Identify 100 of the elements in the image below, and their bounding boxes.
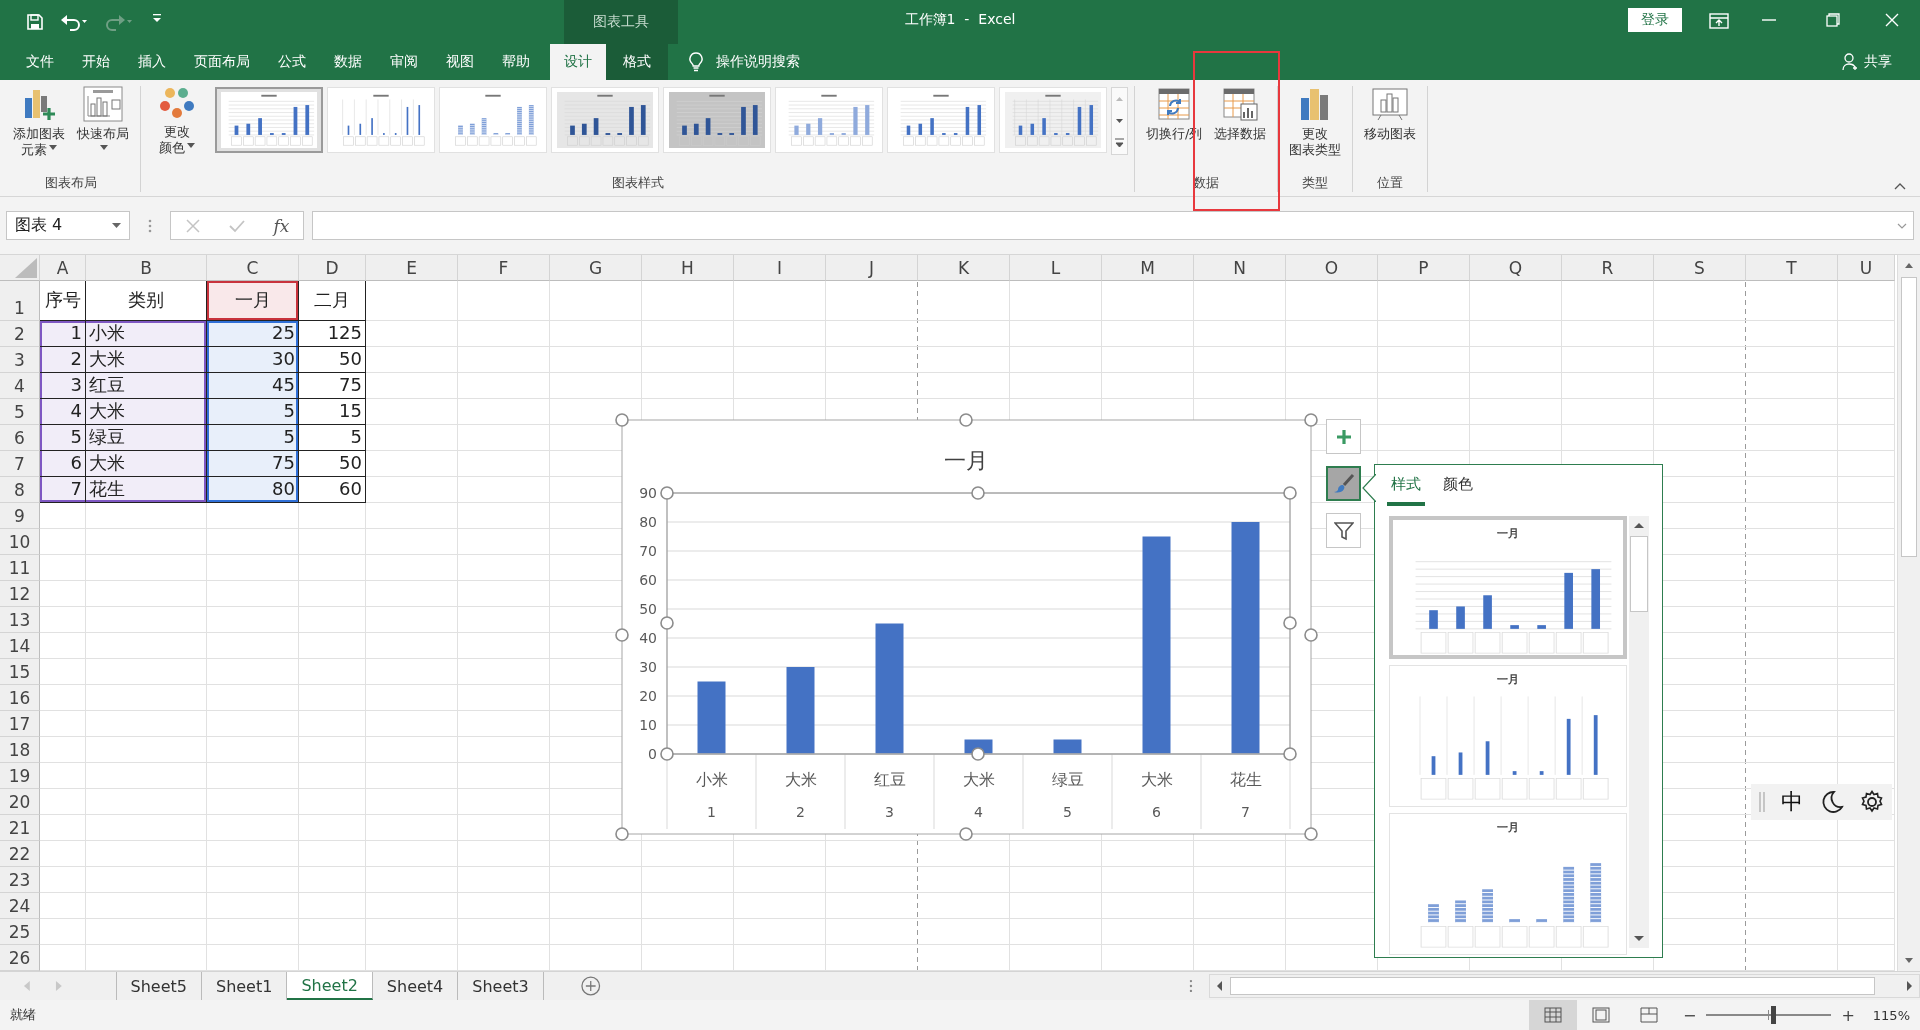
row-header[interactable]: 16 [0, 685, 40, 711]
column-header[interactable]: F [458, 255, 550, 281]
sheet-tab[interactable]: Sheet2 [287, 972, 373, 1000]
horizontal-scrollbar[interactable] [1209, 974, 1920, 998]
vertical-scrollbar[interactable] [1897, 255, 1920, 971]
chart-styles-button[interactable] [1326, 466, 1361, 501]
row-header[interactable]: 20 [0, 789, 40, 815]
chart-filter-button[interactable] [1326, 513, 1361, 548]
row-header[interactable]: 4 [0, 373, 40, 399]
ribbon-tab[interactable]: 帮助 [490, 44, 542, 80]
add-element-button[interactable] [1326, 419, 1361, 454]
ribbon-button[interactable]: 更改 颜色 [147, 86, 207, 156]
column-header[interactable]: O [1286, 255, 1378, 281]
share-button[interactable]: 共享 [1842, 44, 1920, 80]
ribbon-display-icon[interactable] [1709, 13, 1729, 29]
row-header[interactable]: 12 [0, 581, 40, 607]
resize-handle[interactable] [1304, 628, 1318, 642]
column-header[interactable]: C [207, 255, 299, 281]
ribbon-tab[interactable]: 文件 [14, 44, 66, 80]
row-header[interactable]: 22 [0, 841, 40, 867]
ribbon-tab[interactable]: 数据 [322, 44, 374, 80]
ribbon-tab[interactable]: 页面布局 [182, 44, 262, 80]
ribbon-tab[interactable]: 开始 [70, 44, 122, 80]
normal-view-button[interactable] [1529, 1000, 1577, 1030]
resize-handle[interactable] [971, 486, 985, 500]
share-label[interactable]: 共享 [1864, 53, 1892, 71]
collapse-ribbon-icon[interactable] [1894, 182, 1906, 190]
name-box[interactable]: 图表 4 [6, 211, 130, 240]
row-header[interactable]: 19 [0, 763, 40, 789]
row-header[interactable]: 23 [0, 867, 40, 893]
resize-handle[interactable] [1283, 486, 1297, 500]
row-header[interactable]: 8 [0, 477, 40, 503]
resize-handle[interactable] [615, 827, 629, 841]
column-header[interactable]: G [550, 255, 642, 281]
chart-style-option[interactable]: 一月 [1389, 516, 1627, 659]
redo-icon[interactable] [105, 13, 133, 31]
column-header[interactable]: B [86, 255, 207, 281]
column-header[interactable]: J [826, 255, 918, 281]
row-header[interactable]: 26 [0, 945, 40, 971]
row-header[interactable]: 13 [0, 607, 40, 633]
resize-handle[interactable] [660, 486, 674, 500]
row-header[interactable]: 6 [0, 425, 40, 451]
expand-icon[interactable] [1897, 223, 1907, 229]
cancel-icon[interactable] [184, 217, 201, 234]
resize-handle[interactable] [971, 747, 985, 761]
resize-handle[interactable] [1283, 747, 1297, 761]
scrollbar-thumb[interactable] [1230, 977, 1875, 995]
zoom-slider-thumb[interactable] [1770, 1006, 1776, 1024]
row-header[interactable]: 25 [0, 919, 40, 945]
column-header[interactable]: D [299, 255, 366, 281]
close-icon[interactable] [1885, 13, 1899, 27]
ribbon-button[interactable]: 添加图表 元素 [8, 86, 70, 158]
resize-handle[interactable] [1283, 616, 1297, 630]
row-header[interactable]: 24 [0, 893, 40, 919]
login-button[interactable]: 登录 [1628, 8, 1682, 32]
save-icon[interactable] [26, 13, 44, 31]
chart-style-option[interactable]: 一月 [1389, 665, 1627, 807]
resize-handle[interactable] [959, 827, 973, 841]
row-header[interactable]: 14 [0, 633, 40, 659]
ribbon-button[interactable]: 移动图表 [1359, 86, 1422, 142]
vertical-scrollbar[interactable] [1629, 516, 1649, 948]
column-header[interactable]: T [1746, 255, 1838, 281]
row-header[interactable]: 9 [0, 503, 40, 529]
row-header[interactable]: 3 [0, 347, 40, 373]
ribbon-button[interactable]: 快速布局 [72, 86, 134, 158]
ribbon-tab[interactable]: 插入 [126, 44, 178, 80]
column-header[interactable]: M [1102, 255, 1194, 281]
resize-handle[interactable] [1304, 413, 1318, 427]
row-header[interactable]: 10 [0, 529, 40, 555]
undo-icon[interactable] [60, 13, 88, 31]
ribbon-tab[interactable]: 公式 [266, 44, 318, 80]
column-header[interactable]: A [40, 255, 86, 281]
row-header[interactable]: 1 [0, 281, 40, 321]
resize-handle[interactable] [959, 413, 973, 427]
zoom-level[interactable]: 115% [1872, 1007, 1910, 1023]
row-header[interactable]: 17 [0, 711, 40, 737]
ribbon-tab[interactable]: 设计 [550, 44, 606, 80]
resize-handle[interactable] [660, 616, 674, 630]
zoom-in-button[interactable]: + [1841, 1005, 1855, 1025]
column-header[interactable]: U [1838, 255, 1895, 281]
column-header[interactable]: H [642, 255, 734, 281]
row-header[interactable]: 7 [0, 451, 40, 477]
panel-tab[interactable]: 样式 [1387, 475, 1425, 506]
resize-handle[interactable] [660, 747, 674, 761]
ribbon-button[interactable]: 选择数据 [1209, 86, 1272, 142]
column-header[interactable]: E [366, 255, 458, 281]
row-header[interactable]: 2 [0, 321, 40, 347]
column-header[interactable]: I [734, 255, 826, 281]
row-header[interactable]: 21 [0, 815, 40, 841]
column-header[interactable]: N [1194, 255, 1286, 281]
row-header[interactable]: 18 [0, 737, 40, 763]
insert-function-button[interactable]: fx [273, 215, 290, 236]
settings-icon[interactable] [1859, 790, 1884, 814]
plot-area-frame[interactable] [666, 492, 1291, 755]
column-header[interactable]: S [1654, 255, 1746, 281]
ribbon-tab[interactable]: 审阅 [378, 44, 430, 80]
formula-field[interactable] [312, 211, 1914, 240]
tell-me-search[interactable]: 操作说明搜索 [716, 53, 800, 71]
column-header[interactable]: P [1378, 255, 1470, 281]
row-header[interactable]: 11 [0, 555, 40, 581]
